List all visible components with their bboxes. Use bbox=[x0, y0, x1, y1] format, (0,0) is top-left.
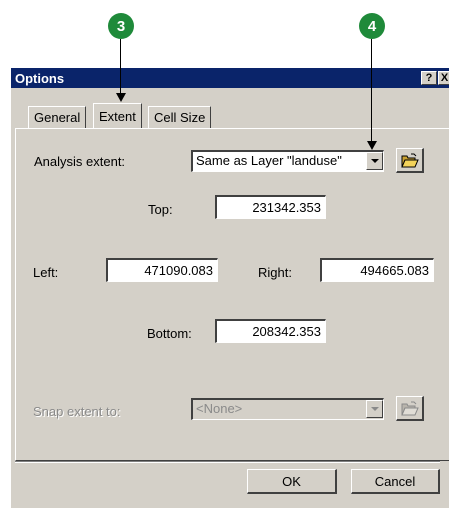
chevron-down-icon bbox=[370, 407, 379, 411]
open-folder-icon bbox=[400, 153, 419, 167]
button-separator bbox=[15, 461, 440, 463]
analysis-extent-label: Analysis extent: bbox=[34, 154, 126, 169]
callout-step-3: 3 bbox=[108, 13, 134, 39]
snap-extent-dropdown: <None> bbox=[191, 398, 384, 420]
ok-button[interactable]: OK bbox=[247, 469, 337, 494]
snap-extent-browse-button bbox=[396, 396, 424, 421]
tab-extent-label: Extent bbox=[99, 108, 136, 124]
tab-cell-size[interactable]: Cell Size bbox=[148, 106, 212, 128]
right-label: Right: bbox=[258, 265, 292, 280]
tab-general[interactable]: General bbox=[28, 106, 87, 128]
chevron-down-icon bbox=[370, 159, 379, 163]
analysis-extent-browse-button[interactable] bbox=[396, 148, 424, 173]
help-button[interactable]: ? bbox=[421, 71, 437, 85]
top-field[interactable] bbox=[215, 195, 326, 219]
left-label: Left: bbox=[33, 265, 59, 280]
analysis-extent-dropdown-button[interactable] bbox=[366, 152, 383, 170]
left-field[interactable] bbox=[106, 258, 218, 282]
cancel-button[interactable]: Cancel bbox=[351, 469, 440, 494]
analysis-extent-value: Same as Layer "landuse" bbox=[196, 153, 342, 168]
tab-extent[interactable]: Extent bbox=[93, 103, 142, 128]
snap-extent-label: Snap extent to: bbox=[33, 404, 121, 419]
bottom-field[interactable] bbox=[215, 319, 326, 343]
dialog-title: Options bbox=[15, 70, 65, 86]
callout-step-4: 4 bbox=[359, 13, 385, 39]
tab-cell-size-label: Cell Size bbox=[154, 110, 206, 125]
callout-leader-3 bbox=[120, 39, 121, 95]
top-label: Top: bbox=[148, 202, 173, 217]
callout-arrowhead-4 bbox=[367, 141, 377, 150]
bottom-label: Bottom: bbox=[147, 326, 192, 341]
snap-extent-dropdown-button bbox=[366, 400, 383, 418]
right-field[interactable] bbox=[320, 258, 434, 282]
dialog-titlebar[interactable]: Options ? X bbox=[11, 68, 449, 88]
snap-extent-value: <None> bbox=[196, 401, 243, 416]
tab-general-label: General bbox=[34, 110, 81, 125]
options-dialog: Options ? X General Extent Cell Size Ana… bbox=[10, 67, 449, 508]
open-folder-icon bbox=[400, 401, 419, 415]
callout-leader-4 bbox=[371, 39, 372, 143]
close-button[interactable]: X bbox=[438, 71, 449, 85]
analysis-extent-dropdown[interactable]: Same as Layer "landuse" bbox=[191, 150, 384, 172]
callout-arrowhead-3 bbox=[116, 93, 126, 102]
